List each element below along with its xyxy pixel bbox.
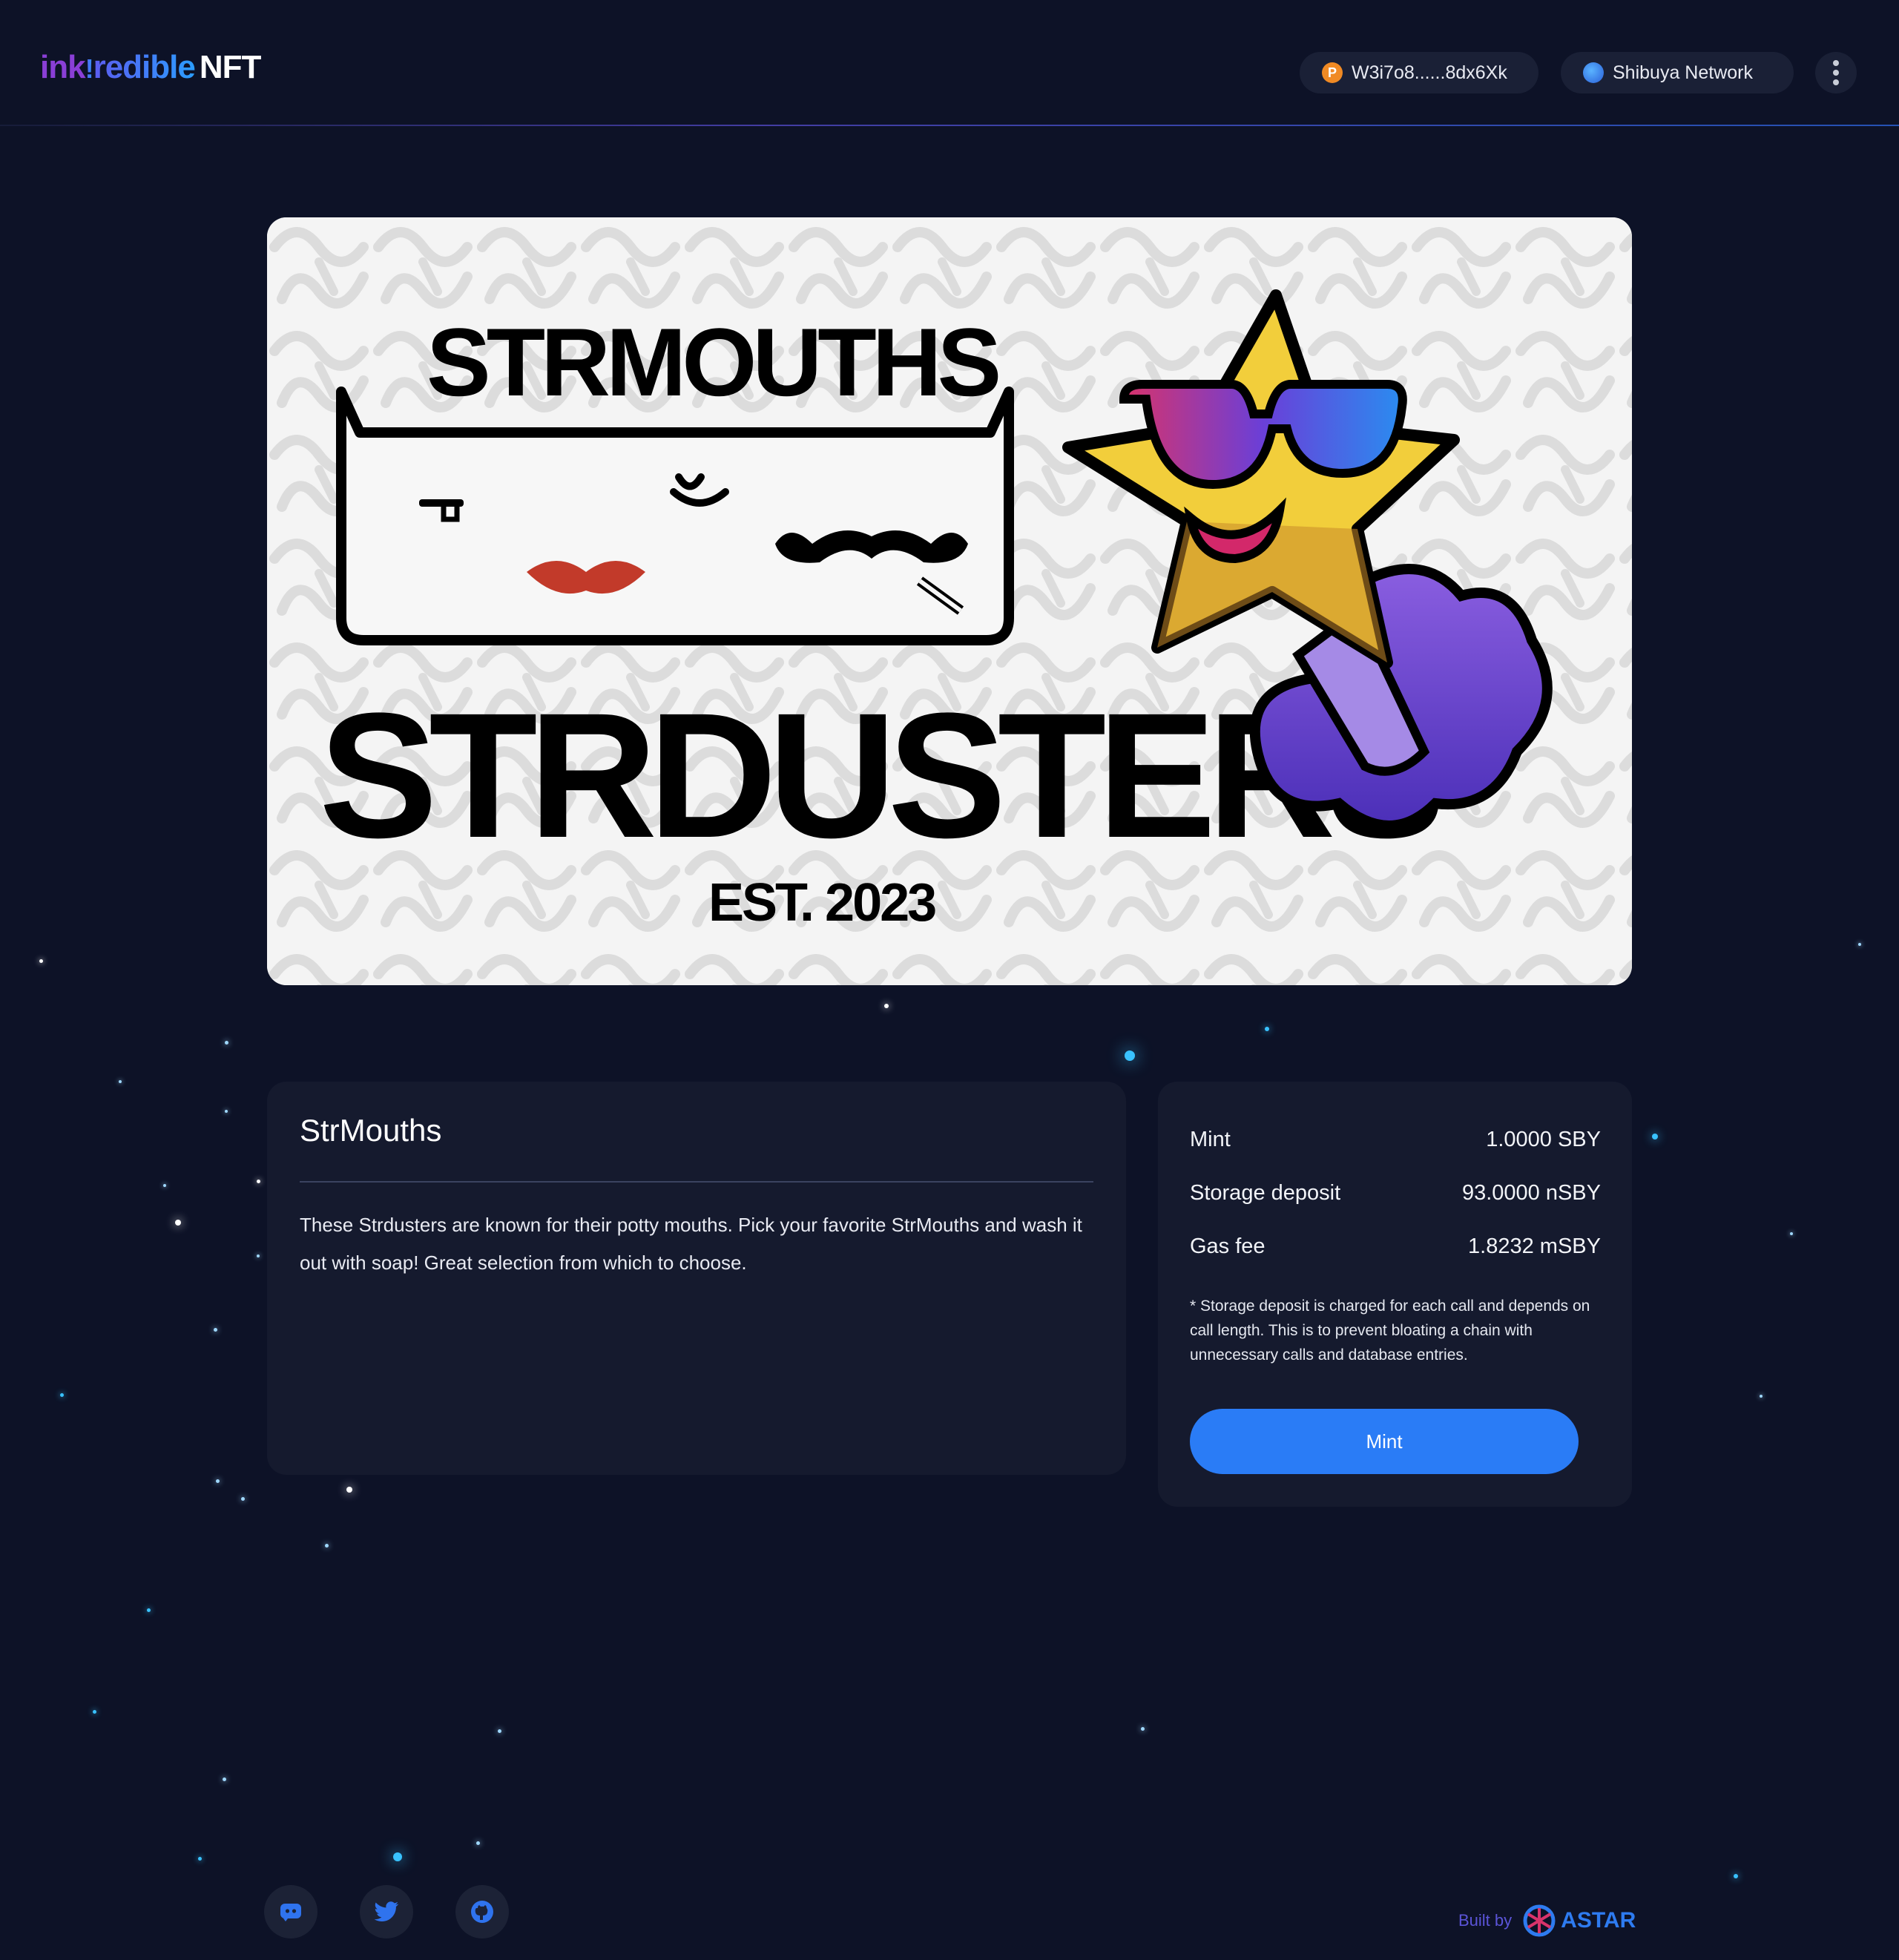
background-star (197, 1856, 202, 1861)
background-star (240, 1496, 245, 1501)
background-star (1140, 1726, 1145, 1731)
background-star (39, 958, 43, 963)
storage-deposit-note: * Storage deposit is charged for each ca… (1190, 1298, 1590, 1364)
background-star (215, 1479, 220, 1483)
background-star (1652, 1134, 1658, 1140)
background-star (256, 1179, 260, 1183)
wallet-account-button[interactable]: P W3i7o8......8dx6Xk (1300, 52, 1538, 93)
background-star (224, 1040, 228, 1045)
background-star (175, 1220, 181, 1226)
collection-title: StrMouths (300, 1113, 442, 1148)
discord-link[interactable] (264, 1885, 317, 1938)
background-star (222, 1777, 226, 1781)
background-star (1125, 1050, 1135, 1061)
header-divider (0, 125, 1899, 126)
fee-row-mint: Mint 1.0000 SBY (1190, 1128, 1601, 1152)
built-by-label: Built by (1458, 1911, 1513, 1930)
background-star (324, 1543, 329, 1548)
fee-row-storage-deposit: Storage deposit 93.0000 nSBY (1190, 1181, 1601, 1206)
mint-button[interactable]: Mint (1190, 1409, 1579, 1474)
logo-text-exclaim: ! (85, 53, 94, 84)
twitter-icon (374, 1901, 399, 1921)
background-star (257, 1254, 260, 1257)
astar-icon (1523, 1904, 1556, 1937)
built-by-astar[interactable]: Built by ASTAR (1458, 1904, 1636, 1938)
more-menu-button[interactable] (1815, 52, 1857, 93)
fee-row-gas-fee: Gas fee 1.8232 mSBY (1190, 1234, 1601, 1259)
background-star (884, 1004, 889, 1008)
logo-text-nft: NFT (199, 49, 262, 85)
fee-value: 1.8232 mSBY (1468, 1234, 1601, 1258)
background-star (1734, 1874, 1738, 1878)
network-selector-button[interactable]: Shibuya Network (1561, 52, 1794, 93)
astar-brand-text: ASTAR (1561, 1908, 1636, 1933)
background-star (213, 1327, 217, 1332)
collection-banner-image: STRMOUTHS STRDUSTERS EST. 2023 (267, 217, 1632, 985)
background-star (475, 1841, 480, 1845)
background-star (1858, 943, 1861, 946)
github-icon (471, 1901, 493, 1923)
top-header: ink ! redible NFT P W3i7o8......8dx6Xk S… (0, 0, 1899, 126)
more-vertical-icon (1833, 60, 1839, 66)
logo-text-ink: ink (40, 49, 86, 85)
background-star (393, 1852, 402, 1861)
background-star (92, 1709, 96, 1714)
background-star (163, 1184, 166, 1187)
wallet-address: W3i7o8......8dx6Xk (1352, 62, 1507, 83)
background-star (1790, 1232, 1793, 1235)
fee-label: Mint (1190, 1128, 1231, 1151)
banner-established: EST. 2023 (708, 873, 935, 933)
background-star (225, 1110, 228, 1113)
background-star (146, 1608, 151, 1612)
background-star (346, 1487, 352, 1493)
background-star (1760, 1395, 1763, 1398)
astar-logo: ASTAR (1522, 1904, 1636, 1938)
mint-panel: Mint 1.0000 SBY Storage deposit 93.0000 … (1158, 1082, 1632, 1507)
twitter-link[interactable] (360, 1885, 413, 1938)
network-name: Shibuya Network (1613, 62, 1753, 83)
fee-value: 93.0000 nSBY (1461, 1181, 1601, 1205)
app-logo[interactable]: ink ! redible NFT (40, 49, 262, 93)
title-divider (300, 1181, 1093, 1183)
github-link[interactable] (455, 1885, 509, 1938)
background-star (497, 1729, 501, 1733)
discord-icon (280, 1904, 301, 1921)
background-star (59, 1392, 64, 1397)
collection-description: These Strdusters are known for their pot… (300, 1214, 1082, 1274)
collection-info-card: StrMouths These Strdusters are known for… (267, 1082, 1126, 1475)
fee-label: Storage deposit (1190, 1181, 1341, 1205)
background-star (119, 1080, 122, 1083)
background-star (1265, 1027, 1269, 1031)
logo-text-redible: redible (93, 49, 196, 85)
fee-label: Gas fee (1190, 1234, 1266, 1258)
shibuya-network-icon (1583, 62, 1604, 83)
banner-title-top: STRMOUTHS (427, 308, 998, 416)
fee-value: 1.0000 SBY (1486, 1128, 1601, 1151)
polkadot-icon: P (1322, 62, 1343, 83)
